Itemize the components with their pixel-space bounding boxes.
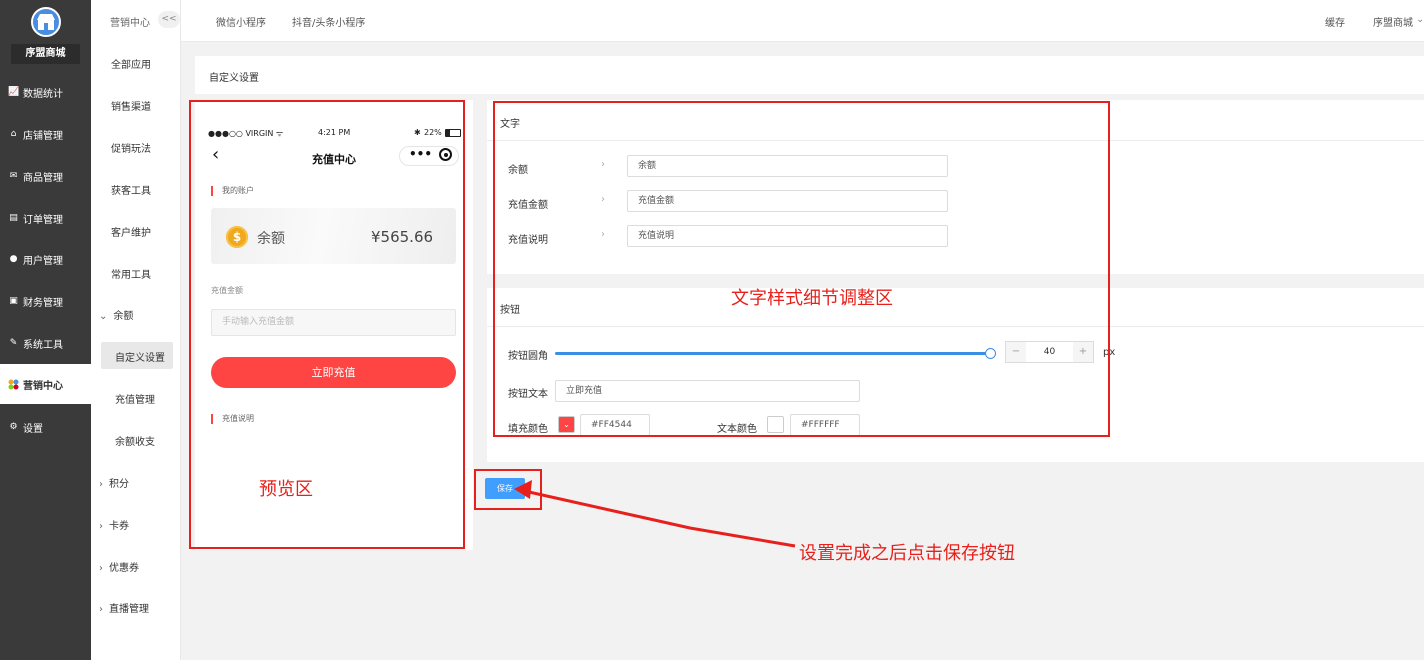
annotation-arrow-icon	[514, 480, 796, 548]
